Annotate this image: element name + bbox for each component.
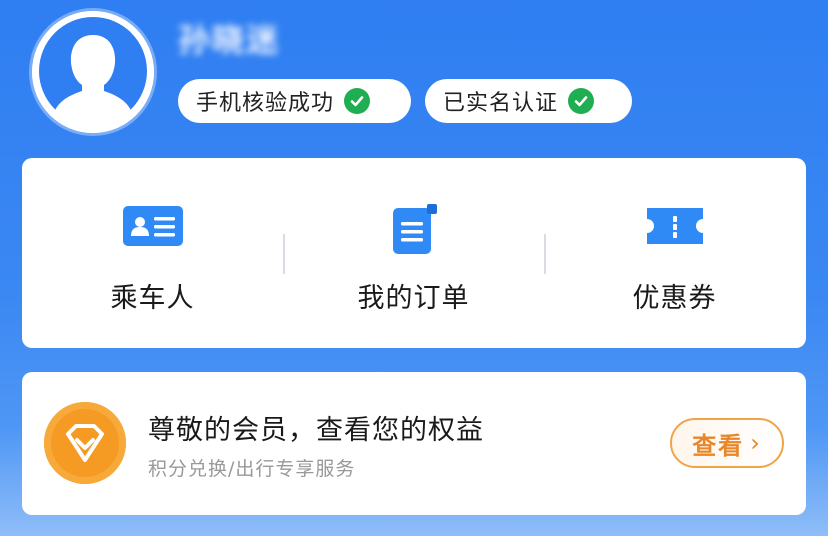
member-badge xyxy=(44,402,126,484)
view-benefits-label: 查看 xyxy=(692,431,745,460)
phone-verified-label: 手机核验成功 xyxy=(196,91,335,116)
realname-verified-label: 已实名认证 xyxy=(443,91,559,116)
realname-verified-badge: 已实名认证 xyxy=(425,79,632,123)
passenger-card-icon xyxy=(122,206,183,246)
member-benefits-card[interactable]: 尊敬的会员，查看您的权益 积分兑换/出行专享服务 查看 › xyxy=(22,372,806,515)
entry-passenger-label: 乘车人 xyxy=(110,283,195,314)
check-icon xyxy=(344,88,371,114)
entry-orders[interactable]: 我的订单 xyxy=(283,158,544,348)
diamond-icon xyxy=(44,402,126,484)
quick-entry-card: 乘车人 我的订单 优惠券 xyxy=(22,158,806,348)
entry-coupons[interactable]: 优惠券 xyxy=(544,158,805,348)
view-benefits-button[interactable]: 查看 › xyxy=(670,418,784,468)
entry-coupons-label: 优惠券 xyxy=(632,283,717,314)
check-icon xyxy=(568,88,595,114)
coupon-ticket-icon xyxy=(646,208,703,244)
member-title: 尊敬的会员，查看您的权益 xyxy=(148,415,484,446)
entry-passenger[interactable]: 乘车人 xyxy=(22,158,283,348)
chevron-right-icon: › xyxy=(750,429,762,457)
member-subtitle: 积分兑换/出行专享服务 xyxy=(148,458,356,480)
phone-verified-badge: 手机核验成功 xyxy=(178,79,411,123)
user-silhouette-icon xyxy=(32,11,154,133)
entry-orders-label: 我的订单 xyxy=(357,283,470,314)
user-avatar[interactable] xyxy=(32,11,154,133)
username: 孙晓迷 xyxy=(178,21,281,59)
order-document-icon xyxy=(392,204,437,254)
